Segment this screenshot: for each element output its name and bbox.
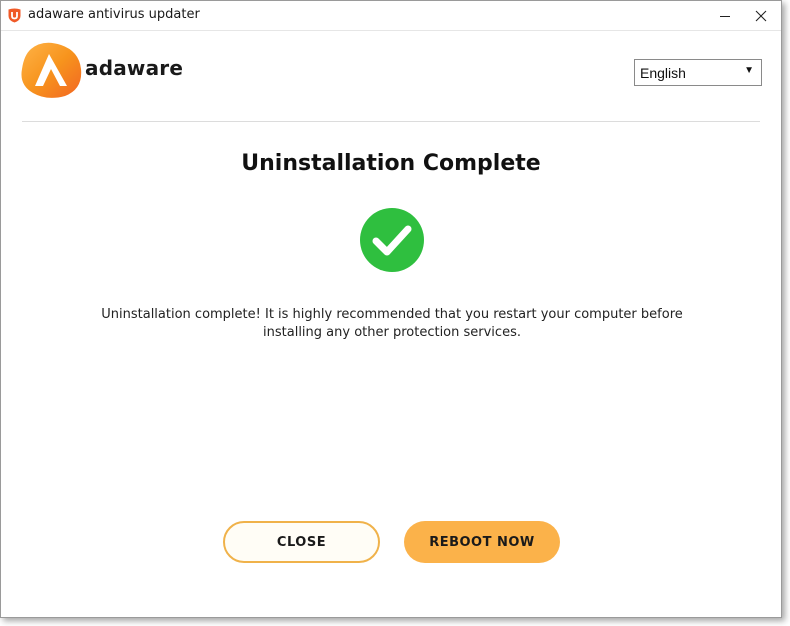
language-select[interactable]: English ▼: [634, 59, 762, 86]
title-bar[interactable]: adaware antivirus updater: [1, 1, 781, 31]
close-window-button[interactable]: [743, 1, 779, 30]
reboot-now-button[interactable]: REBOOT NOW: [404, 521, 560, 563]
status-message: Uninstallation complete! It is highly re…: [101, 307, 683, 340]
minimize-button[interactable]: [707, 1, 743, 30]
close-icon: [755, 10, 767, 21]
brand-name: adaware: [85, 56, 184, 80]
window-title: adaware antivirus updater: [28, 7, 200, 22]
adaware-shield-icon: [8, 8, 21, 23]
close-button[interactable]: CLOSE: [223, 521, 380, 563]
language-value: English: [640, 65, 686, 81]
header-divider: [22, 121, 760, 122]
page-title: Uninstallation Complete: [241, 151, 541, 176]
adaware-logo: [21, 42, 82, 98]
minimize-icon: [720, 15, 730, 17]
check-icon: [360, 208, 424, 272]
app-window: adaware antivirus updater adaware Englis…: [0, 0, 782, 618]
dropdown-arrow-icon: ▼: [744, 65, 754, 76]
